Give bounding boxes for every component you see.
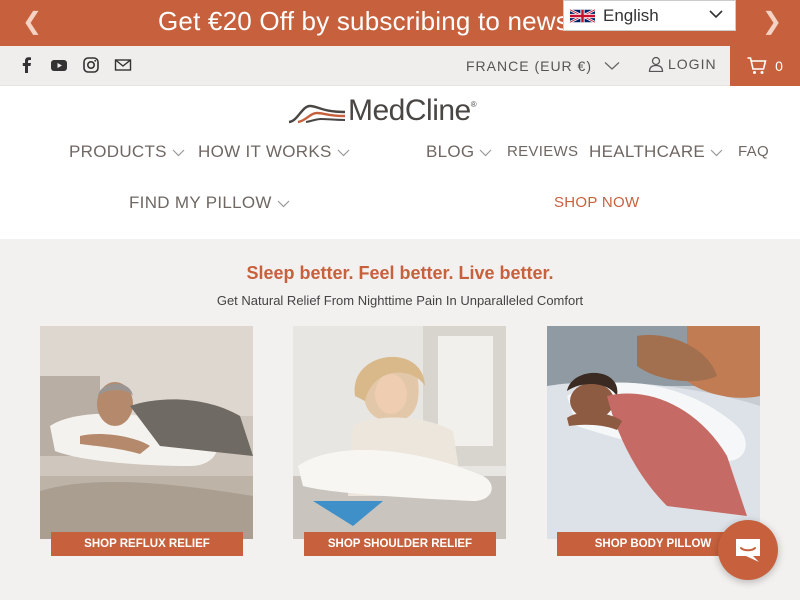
nav-products[interactable]: PRODUCTS <box>69 142 185 162</box>
user-icon <box>648 56 664 72</box>
chevron-left-icon[interactable]: ❮ <box>22 10 42 34</box>
nav-blog[interactable]: BLOG <box>426 142 492 162</box>
nav-how-it-works[interactable]: HOW IT WORKS <box>198 142 350 162</box>
chevron-down-icon <box>710 149 723 157</box>
shoulder-relief-photo <box>293 326 506 539</box>
cart-icon <box>747 57 767 74</box>
nav-how-it-works-label: HOW IT WORKS <box>198 142 332 161</box>
product-card-shoulder[interactable] <box>293 326 506 539</box>
chevron-down-icon <box>604 62 620 70</box>
social-links <box>18 56 132 74</box>
chat-button[interactable] <box>718 520 778 580</box>
chevron-down-icon <box>172 149 185 157</box>
nav-shop-now-label: SHOP NOW <box>554 194 640 211</box>
nav-products-label: PRODUCTS <box>69 142 167 161</box>
chevron-down-icon <box>277 200 290 208</box>
nav-blog-label: BLOG <box>426 142 475 161</box>
nav-reviews-label: REVIEWS <box>507 143 579 160</box>
mail-icon[interactable] <box>114 56 132 74</box>
facebook-icon[interactable] <box>18 56 36 74</box>
product-card-body-pillow[interactable] <box>547 326 760 539</box>
nav-healthcare[interactable]: HEALTHCARE <box>589 142 723 162</box>
logo-text: MedCline <box>348 94 471 127</box>
hero-tagline: Sleep better. Feel better. Live better. <box>246 263 554 283</box>
nav-find-my-pillow[interactable]: FIND MY PILLOW <box>129 193 290 213</box>
hero-subtagline: Get Natural Relief From Nighttime Pain I… <box>216 293 584 308</box>
instagram-icon[interactable] <box>82 56 100 74</box>
logo[interactable]: MedCline ® <box>288 94 477 128</box>
language-selector[interactable]: English <box>563 0 736 31</box>
currency-label: FRANCE (EUR €) <box>466 58 593 74</box>
chat-icon <box>736 539 760 562</box>
chevron-down-icon <box>480 149 492 157</box>
nav-healthcare-label: HEALTHCARE <box>589 142 706 161</box>
chevron-right-icon[interactable]: ❯ <box>762 10 782 34</box>
nav-find-my-pillow-label: FIND MY PILLOW <box>129 193 272 212</box>
language-label: English <box>603 5 659 25</box>
logo-registered-mark: ® <box>470 100 477 109</box>
site-header: MedCline ® PRODUCTS HOW IT WORKS BLOG RE… <box>0 86 800 239</box>
nav-shop-now[interactable]: SHOP NOW <box>554 194 639 211</box>
chevron-down-icon <box>337 149 350 157</box>
youtube-icon[interactable] <box>50 56 68 74</box>
announcement-text[interactable]: Get €20 Off by subscribing to newsletter <box>158 6 628 37</box>
login-link[interactable]: LOGIN <box>648 56 717 72</box>
login-label: LOGIN <box>668 56 717 72</box>
reflux-relief-photo <box>40 326 253 539</box>
utility-bar: FRANCE (EUR €) LOGIN 0 <box>0 46 800 86</box>
cart-button[interactable]: 0 <box>730 46 800 86</box>
product-card-reflux[interactable] <box>40 326 253 539</box>
uk-flag-icon <box>570 8 595 23</box>
nav-faq[interactable]: FAQ <box>738 143 769 160</box>
chevron-down-icon <box>709 10 723 19</box>
nav-reviews[interactable]: REVIEWS <box>507 143 578 160</box>
logo-swoosh-icon <box>288 104 346 124</box>
cart-count: 0 <box>775 58 783 74</box>
shop-shoulder-relief-button[interactable]: SHOP SHOULDER RELIEF <box>304 532 496 556</box>
body-pillow-photo <box>547 326 760 539</box>
nav-faq-label: FAQ <box>738 143 769 160</box>
shop-reflux-relief-button[interactable]: SHOP REFLUX RELIEF <box>51 532 243 556</box>
currency-selector[interactable]: FRANCE (EUR €) <box>466 58 620 74</box>
